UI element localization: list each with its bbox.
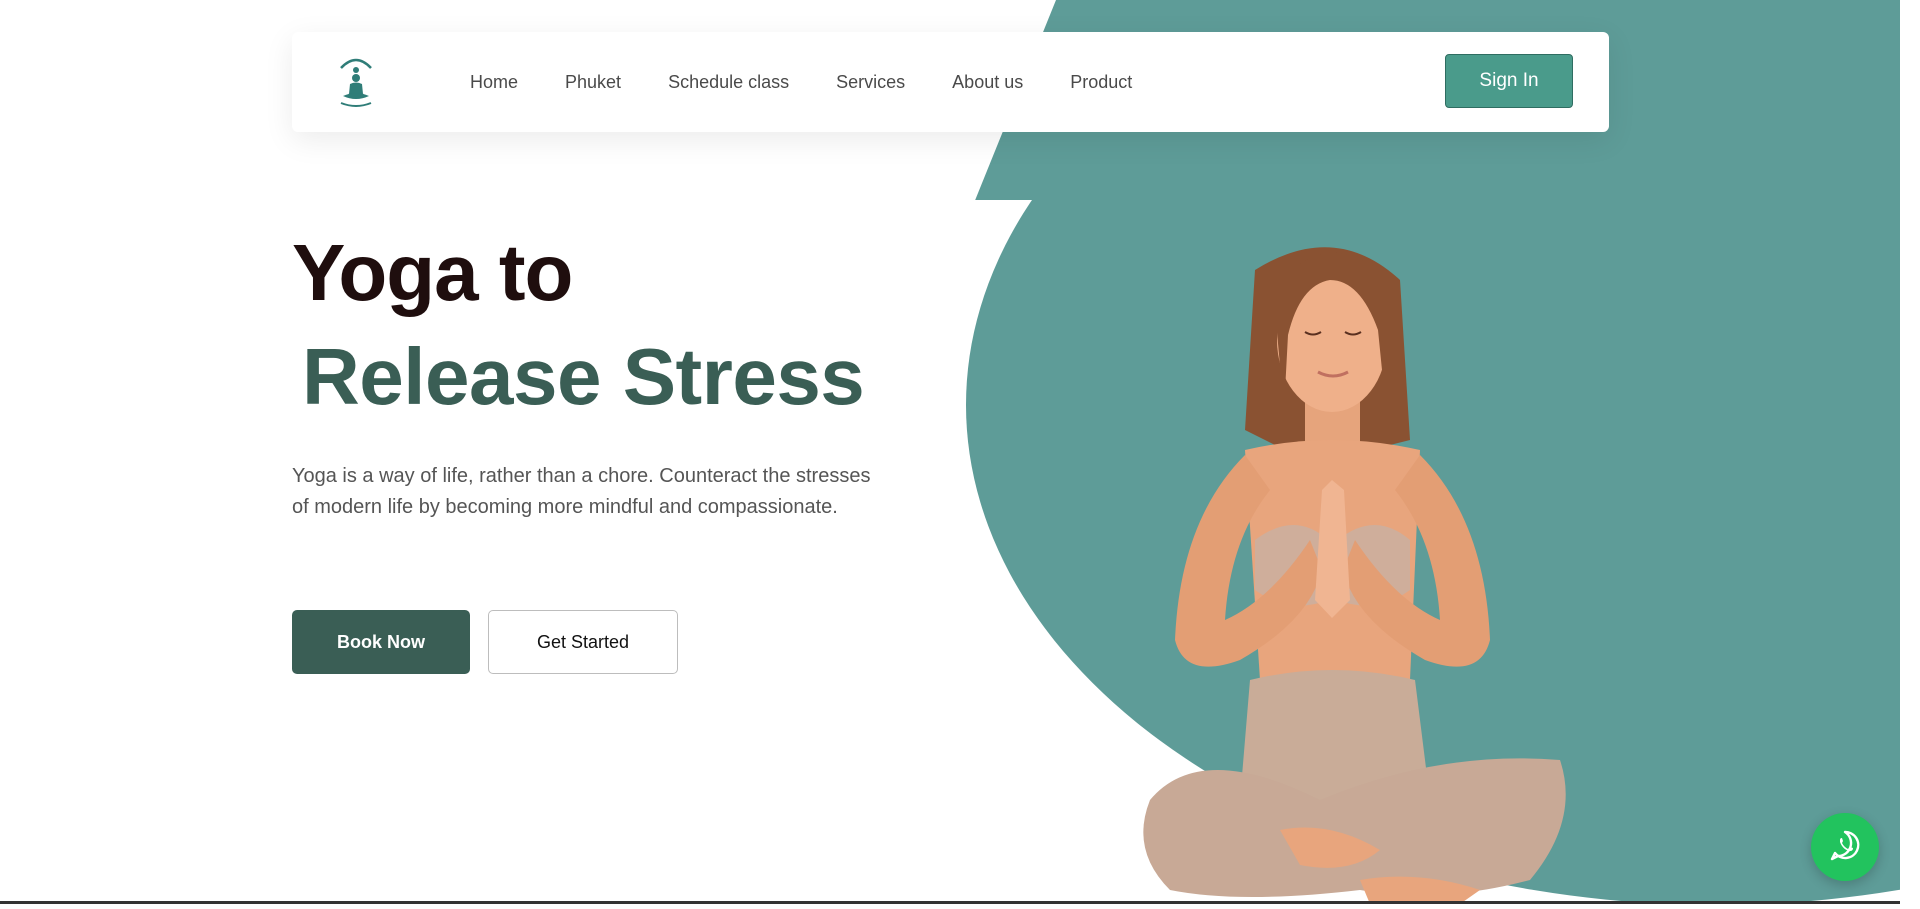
page-gutter	[1900, 0, 1920, 904]
meditating-woman-image	[1060, 240, 1610, 904]
whatsapp-button[interactable]	[1811, 813, 1879, 881]
hero-title-line1: Yoga to	[292, 228, 573, 317]
nav-product[interactable]: Product	[1070, 72, 1132, 93]
nav-links: Home Phuket Schedule class Services Abou…	[470, 32, 1132, 132]
nav-about-us[interactable]: About us	[952, 72, 1023, 93]
navbar: Home Phuket Schedule class Services Abou…	[292, 32, 1609, 132]
nav-phuket[interactable]: Phuket	[565, 72, 621, 93]
nav-services[interactable]: Services	[836, 72, 905, 93]
whatsapp-icon	[1828, 828, 1862, 867]
nav-schedule-class[interactable]: Schedule class	[668, 72, 789, 93]
book-now-button[interactable]: Book Now	[292, 610, 470, 674]
hero-description: Yoga is a way of life, rather than a cho…	[292, 465, 871, 518]
yoga-logo[interactable]	[335, 54, 377, 110]
get-started-button[interactable]: Get Started	[488, 610, 678, 674]
sign-in-button[interactable]: Sign In	[1445, 54, 1573, 108]
nav-home[interactable]: Home	[470, 72, 518, 93]
hero-title-line2: Release Stress	[302, 332, 865, 421]
